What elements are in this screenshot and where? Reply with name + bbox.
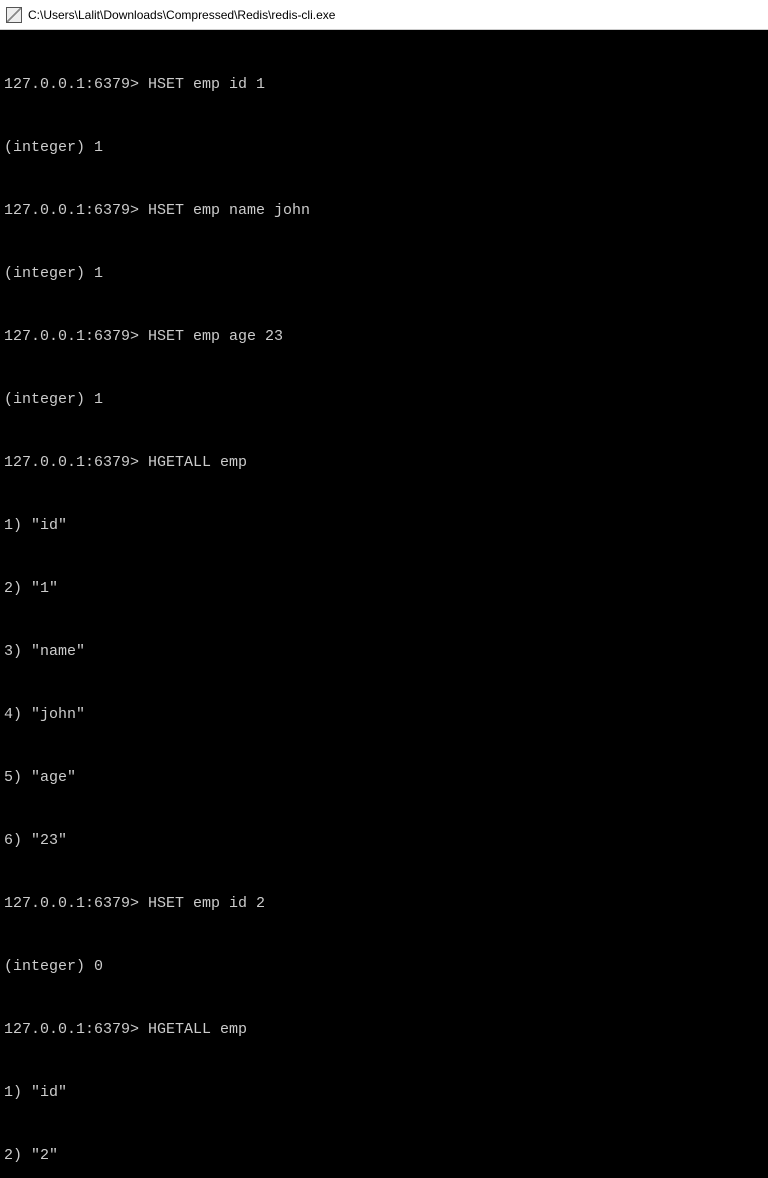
terminal-line: 1) "id" (4, 515, 764, 536)
terminal-line: (integer) 1 (4, 263, 764, 284)
terminal-line: 127.0.0.1:6379> HSET emp id 1 (4, 74, 764, 95)
terminal-line: 5) "age" (4, 767, 764, 788)
terminal-line: 2) "2" (4, 1145, 764, 1166)
titlebar[interactable]: C:\Users\Lalit\Downloads\Compressed\Redi… (0, 0, 768, 30)
terminal-line: 3) "name" (4, 641, 764, 662)
terminal[interactable]: 127.0.0.1:6379> HSET emp id 1 (integer) … (0, 30, 768, 589)
terminal-line: 127.0.0.1:6379> HSET emp id 2 (4, 893, 764, 914)
terminal-line: 127.0.0.1:6379> HSET emp name john (4, 200, 764, 221)
terminal-line: (integer) 1 (4, 137, 764, 158)
terminal-line: 6) "23" (4, 830, 764, 851)
terminal-line: (integer) 1 (4, 389, 764, 410)
terminal-line: 127.0.0.1:6379> HGETALL emp (4, 452, 764, 473)
terminal-line: 1) "id" (4, 1082, 764, 1103)
terminal-line: 127.0.0.1:6379> HSET emp age 23 (4, 326, 764, 347)
window-title: C:\Users\Lalit\Downloads\Compressed\Redi… (28, 8, 335, 22)
terminal-line: 127.0.0.1:6379> HGETALL emp (4, 1019, 764, 1040)
terminal-line: 4) "john" (4, 704, 764, 725)
terminal-line: (integer) 0 (4, 956, 764, 977)
window-icon (6, 7, 22, 23)
